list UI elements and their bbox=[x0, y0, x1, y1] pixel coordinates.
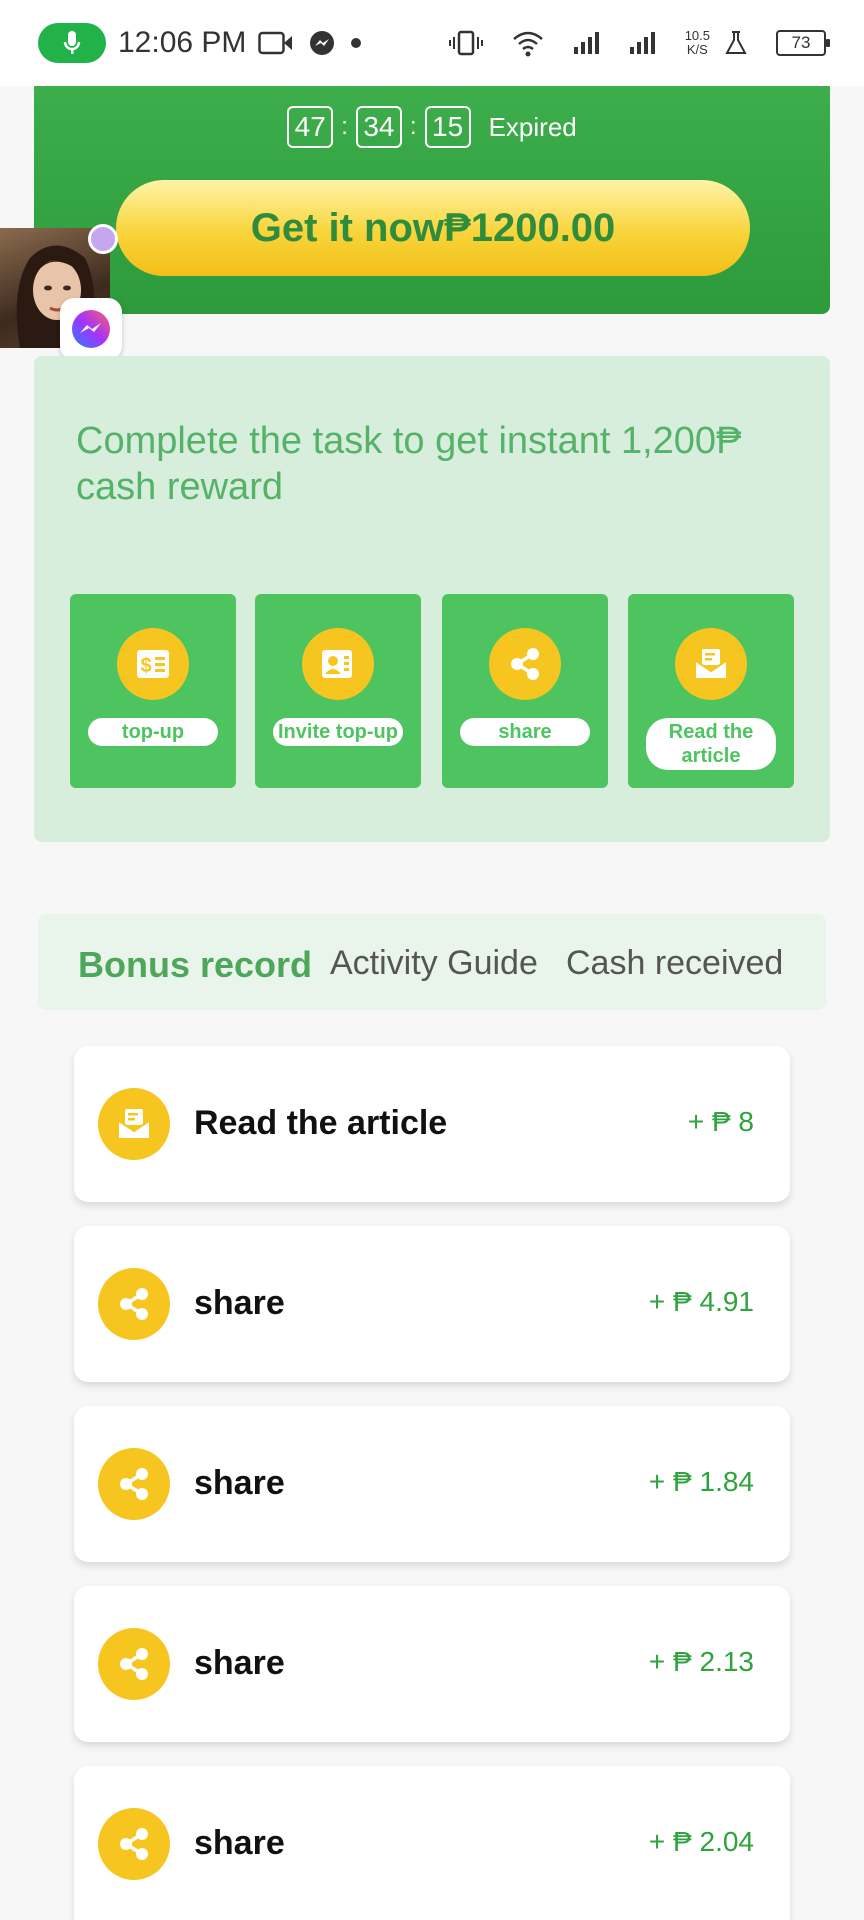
envelope-icon bbox=[675, 628, 747, 700]
countdown-expired-label: Expired bbox=[488, 111, 577, 142]
envelope-icon bbox=[98, 1088, 170, 1160]
task-card-share[interactable]: share bbox=[442, 594, 608, 788]
task-card-invite-top-up[interactable]: Invite top-up bbox=[255, 594, 421, 788]
tab-bonus-record[interactable]: Bonus record bbox=[78, 944, 312, 986]
share-icon bbox=[98, 1268, 170, 1340]
task-card-top-up[interactable]: $ top-up bbox=[70, 594, 236, 788]
avatar-status-dot bbox=[88, 224, 118, 254]
task-title: Complete the task to get instant 1,200₱ … bbox=[76, 420, 742, 508]
task-label: Invite top-up bbox=[273, 718, 403, 746]
tab-cash-received[interactable]: Cash received bbox=[566, 944, 783, 983]
share-icon bbox=[98, 1808, 170, 1880]
get-it-now-button[interactable]: Get it now₱1200.00 bbox=[116, 180, 750, 276]
record-amount: + ₱ 8 bbox=[687, 1106, 754, 1137]
list-item[interactable]: share + ₱ 1.84 bbox=[74, 1406, 790, 1562]
record-amount: + ₱ 1.84 bbox=[648, 1466, 754, 1497]
floating-chat-head[interactable] bbox=[0, 224, 122, 360]
share-icon bbox=[489, 628, 561, 700]
record-title: share bbox=[194, 1644, 285, 1682]
task-card-read-the-article[interactable]: Read the article bbox=[628, 594, 794, 788]
record-amount: + ₱ 2.13 bbox=[648, 1646, 754, 1677]
share-icon bbox=[98, 1448, 170, 1520]
record-amount: + ₱ 2.04 bbox=[648, 1826, 754, 1857]
tab-activity-guide[interactable]: Activity Guide bbox=[330, 944, 538, 983]
countdown-separator: : bbox=[341, 113, 348, 140]
countdown-minutes: 34 bbox=[355, 106, 402, 148]
share-icon bbox=[98, 1628, 170, 1700]
list-item[interactable]: share + ₱ 2.13 bbox=[74, 1586, 790, 1742]
mic-active-icon bbox=[38, 23, 106, 63]
messenger-icon bbox=[308, 29, 336, 57]
list-item[interactable]: share + ₱ 2.04 bbox=[74, 1766, 790, 1920]
video-camera-icon bbox=[258, 30, 294, 56]
signal-icon-2 bbox=[629, 31, 657, 55]
messenger-badge-icon bbox=[60, 298, 122, 360]
record-title: Read the article bbox=[194, 1104, 448, 1142]
dollar-receipt-icon: $ bbox=[117, 628, 189, 700]
countdown-hours: 47 bbox=[287, 106, 334, 148]
status-time: 12:06 PM bbox=[118, 26, 247, 59]
flask-icon bbox=[724, 30, 748, 56]
task-panel: Complete the task to get instant 1,200₱ … bbox=[34, 356, 830, 842]
record-title: share bbox=[194, 1824, 285, 1862]
notification-dot-icon bbox=[350, 37, 362, 49]
task-label: top-up bbox=[88, 718, 218, 746]
vibrate-icon bbox=[448, 29, 483, 57]
contact-card-icon bbox=[302, 628, 374, 700]
list-item[interactable]: Read the article + ₱ 8 bbox=[74, 1046, 790, 1202]
signal-icon-1 bbox=[573, 31, 601, 55]
countdown-timer: 47 : 34 : 15 Expired bbox=[34, 106, 830, 148]
record-tabs: Bonus record Activity Guide Cash receive… bbox=[38, 914, 826, 1010]
record-amount: + ₱ 4.91 bbox=[648, 1286, 754, 1317]
record-title: share bbox=[194, 1464, 285, 1502]
list-item[interactable]: share + ₱ 4.91 bbox=[74, 1226, 790, 1382]
record-title: share bbox=[194, 1284, 285, 1322]
countdown-seconds: 15 bbox=[424, 106, 471, 148]
task-label: share bbox=[460, 718, 590, 746]
battery-indicator: 73 bbox=[776, 30, 830, 56]
wifi-icon bbox=[511, 29, 545, 57]
network-speed: 10.5 K/S bbox=[684, 28, 710, 57]
countdown-separator: : bbox=[409, 113, 417, 140]
svg-text:$: $ bbox=[140, 655, 151, 677]
status-bar: 12:06 PM 10.5 K/S 73 bbox=[0, 0, 864, 86]
reward-banner: 47 : 34 : 15 Expired Get it now₱1200.00 bbox=[34, 86, 830, 314]
task-label: Read the article bbox=[646, 718, 776, 770]
